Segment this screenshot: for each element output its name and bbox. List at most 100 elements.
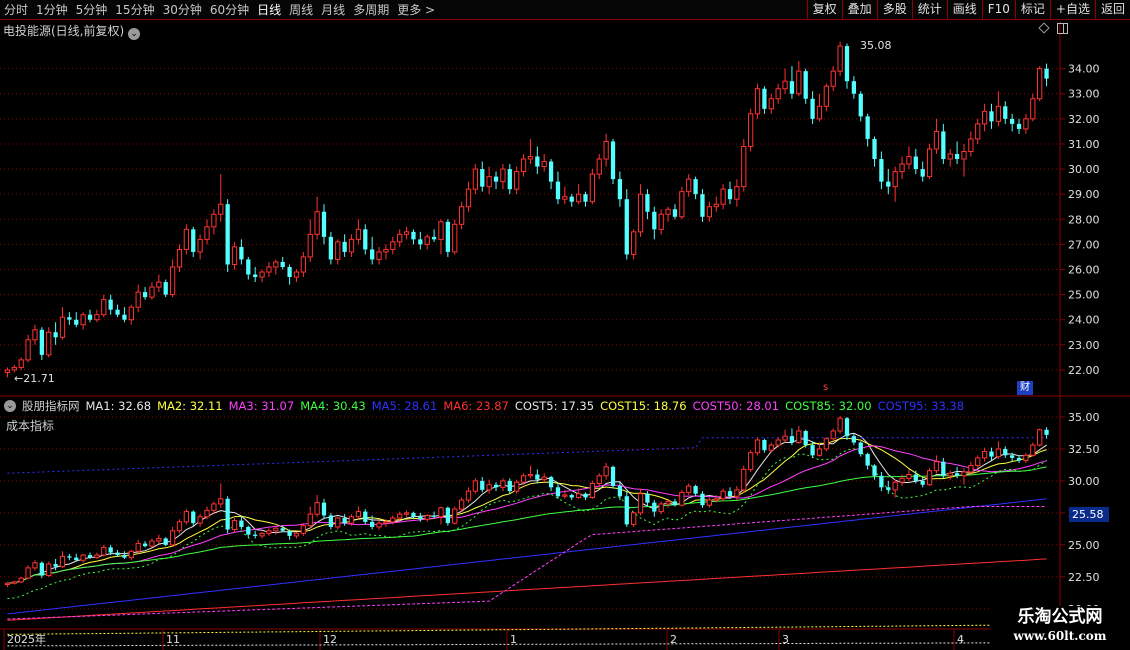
main-candle-down [87,314,93,320]
ind-candle-down [370,521,375,527]
ind-candle-up [465,490,472,501]
main-candle-down [555,181,561,200]
main-candle-up [734,186,740,200]
indicator-subtitle: 成本指标 [6,419,55,433]
panel-toggle-icon[interactable] [1057,23,1068,34]
watermark-url: www.60lt.com [1013,629,1107,643]
main-candle-down [624,199,629,255]
main-candle-up [830,70,836,87]
ind-candle-up [830,430,836,440]
dropdown-icon[interactable]: ⌄ [128,28,141,40]
ind-candle-up [231,520,238,531]
ind-candle-down [74,557,79,561]
ind-candle-up [25,567,31,579]
ind-candle-down [645,493,650,503]
ind-candle-up [273,527,279,532]
main-candle-down [844,46,850,82]
main-candle-up [307,233,313,258]
main-candle-down [280,261,285,267]
ind-candle-down [886,487,891,490]
ind-candle-down [913,474,918,481]
main-candle-up [211,213,217,228]
ind-candle-up [975,457,981,467]
main-candle-up [658,213,664,230]
main-y-tick-label: 27.00 [1068,238,1100,251]
main-candle-down [672,209,678,217]
ind-candle-up [947,472,953,477]
ind-y-tick-label: 30.00 [1068,475,1100,488]
ind-candle-up [176,521,183,532]
financial-report-marker[interactable]: 财 [1017,381,1033,395]
ind-candle-up [706,499,712,506]
main-candle-down [253,274,258,278]
ind-candle-up [968,465,974,473]
main-candle-up [906,156,912,165]
main-candle-up [589,173,596,203]
ma2-line [7,437,1047,584]
main-y-tick-label: 34.00 [1068,63,1100,76]
ind-candle-up [59,555,66,568]
watermark-title: 乐淘公式网 [1017,607,1103,627]
ind-candle-up [80,554,86,561]
ind-candle-up [658,503,664,513]
main-candle-up [665,208,671,215]
main-candle-down [191,229,196,252]
main-candle-up [596,158,602,175]
ind-candle-up [156,537,162,542]
ind-candle-up [149,540,155,547]
ind-candle-up [376,522,382,528]
ind-candle-down [363,511,368,522]
main-candle-up [926,148,933,178]
main-candle-up [514,171,520,190]
main-candle-up [541,161,547,168]
low-price-label: ←21.71 [14,372,55,385]
main-candle-up [603,140,609,160]
indicator-name[interactable]: 股朋指标网 [22,398,80,414]
main-candle-down [342,241,347,252]
main-candle-up [933,130,940,150]
main-candle-up [837,45,843,72]
ind-candle-up [995,448,1002,458]
ind-candle-down [569,494,574,498]
main-candle-up [520,158,527,173]
main-candle-up [397,233,403,243]
main-y-tick-label: 31.00 [1068,138,1100,151]
ind-candle-down [700,493,705,506]
main-candle-up [975,123,981,140]
ind-candle-down [115,552,120,556]
ind-candle-up [754,439,761,454]
indicator-value: COST50: 28.01 [692,399,780,413]
candlestick-chart[interactable]: 34.00 33.00 32.00 31.00 30.00 29.00 28.00 27.00… [0,0,1130,650]
date-axis-label: 11 [166,633,180,646]
ind-candle-up [631,512,637,525]
ind-y-tick-label: 35.00 [1068,411,1100,424]
ind-candle-down [672,501,678,506]
event-marker-s[interactable]: s [823,382,828,393]
main-candle-up [403,231,410,235]
ind-candle-down [191,511,196,524]
main-candle-up [796,70,802,95]
main-candle-up [500,168,506,183]
ind-candle-down [480,480,485,490]
main-candle-up [1037,68,1043,100]
main-candle-up [18,359,24,368]
ind-candle-up [782,435,788,441]
indicator-dropdown-icon[interactable]: ⌄ [4,400,16,412]
ind-candle-up [472,480,479,492]
ind-candle-up [128,550,134,559]
ind-candle-down [548,477,554,488]
main-candle-down [865,116,870,139]
ind-candle-down [1010,455,1015,458]
ind-candle-up [892,481,898,491]
ma5-line [7,498,1047,615]
ind-candle-up [211,503,217,511]
main-candle-down [700,194,705,217]
ind-candle-up [486,484,492,491]
main-candle-up [335,241,341,260]
ind-candle-up [720,490,726,500]
ind-candle-up [135,543,141,552]
main-candle-down [913,156,918,170]
ind-candle-down [989,451,994,457]
main-candle-down [411,231,416,240]
chart-title-bar: 电投能源(日线,前复权) ⌄ [3,22,141,40]
